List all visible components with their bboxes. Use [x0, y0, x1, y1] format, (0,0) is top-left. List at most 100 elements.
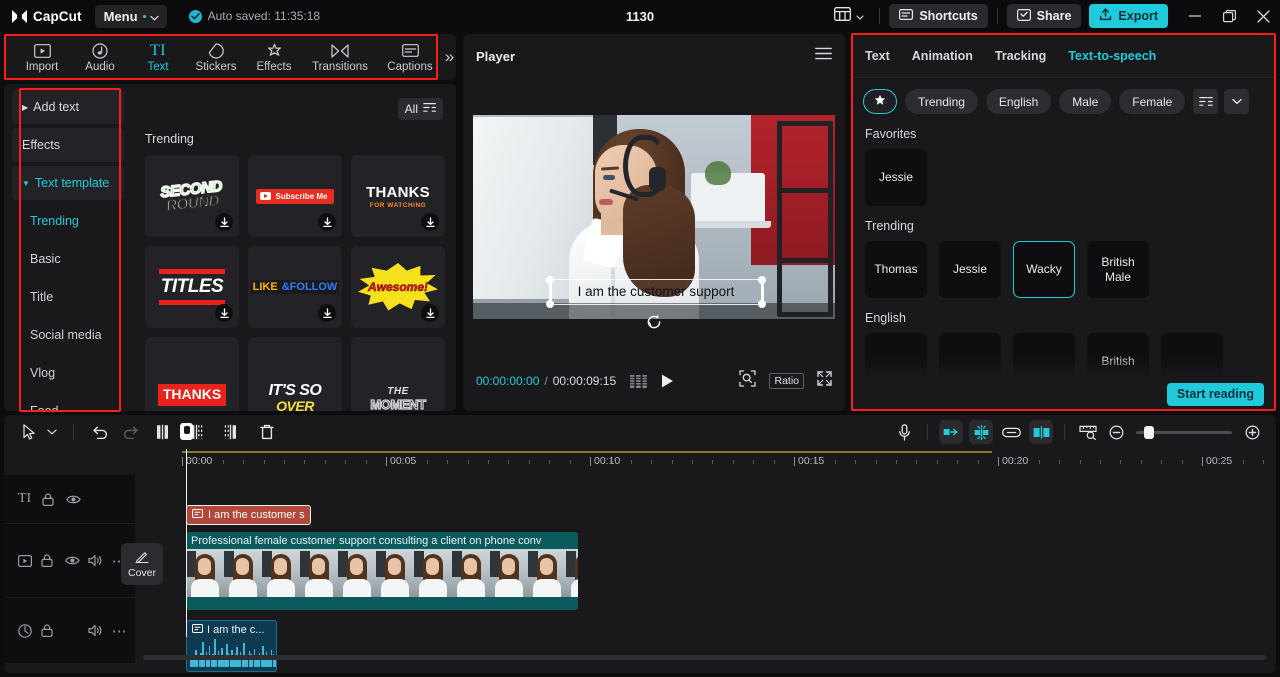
tab-captions[interactable]: Captions: [377, 35, 443, 79]
redo-button[interactable]: [115, 425, 145, 439]
resize-handle-left[interactable]: [548, 282, 552, 303]
voice-card-jessie[interactable]: Jessie: [939, 241, 1001, 298]
menu-button[interactable]: Menu: [94, 4, 167, 28]
volume-icon[interactable]: [88, 624, 111, 637]
maximize-button[interactable]: [1212, 0, 1246, 32]
sidebar-item-add-text[interactable]: ▶ Add text: [12, 90, 124, 124]
layout-button[interactable]: [828, 4, 870, 28]
template-card-its-so[interactable]: IT'S SO OVER: [248, 337, 342, 411]
zoom-out-icon[interactable]: [1104, 420, 1128, 444]
playhead-grip[interactable]: [180, 423, 193, 440]
tab-text[interactable]: Text: [865, 49, 890, 63]
start-reading-button[interactable]: Start reading: [1166, 382, 1264, 406]
sidebar-item-trending[interactable]: Trending: [12, 204, 124, 238]
sidebar-item-vlog[interactable]: Vlog: [12, 356, 124, 390]
rotate-icon[interactable]: [645, 313, 663, 331]
tab-animation[interactable]: Animation: [912, 49, 973, 63]
play-icon[interactable]: [661, 374, 674, 388]
tab-effects[interactable]: Effects: [245, 35, 303, 79]
zoom-slider[interactable]: [1136, 425, 1232, 439]
eye-icon[interactable]: [66, 494, 90, 505]
download-icon[interactable]: [421, 213, 439, 231]
filter-trending[interactable]: Trending: [905, 89, 978, 114]
more-icon[interactable]: ⋯: [112, 622, 135, 640]
timeline-horizontal-scrollbar[interactable]: [143, 655, 1266, 660]
record-button[interactable]: [892, 420, 916, 444]
tab-text[interactable]: TI Text: [129, 35, 187, 79]
lock-icon[interactable]: [41, 554, 64, 567]
audio-clip[interactable]: I am the c...: [186, 620, 277, 672]
double-chevron-right-icon[interactable]: »: [443, 34, 456, 80]
lock-icon[interactable]: [42, 492, 66, 506]
text-overlay-box[interactable]: I am the customer support: [546, 275, 766, 308]
share-button[interactable]: Share: [1006, 4, 1082, 28]
zoom-slider-knob[interactable]: [1144, 425, 1154, 439]
sort-filter-icon[interactable]: [1193, 89, 1219, 114]
fullscreen-icon[interactable]: [817, 371, 832, 391]
template-card-the-moment[interactable]: THE MOMENT: [351, 337, 445, 411]
filter-male[interactable]: Male: [1059, 89, 1112, 114]
sidebar-item-food[interactable]: Food: [12, 394, 124, 411]
tab-tracking[interactable]: Tracking: [995, 49, 1046, 63]
sidebar-item-title[interactable]: Title: [12, 280, 124, 314]
voice-card-thomas[interactable]: Thomas: [865, 241, 927, 298]
voice-card-wacky[interactable]: Wacky: [1013, 241, 1075, 298]
template-card-titles[interactable]: TITLES: [145, 246, 239, 328]
tab-import[interactable]: Import: [13, 35, 71, 79]
eye-icon[interactable]: [64, 555, 88, 566]
template-card-awesome[interactable]: Awesome!: [351, 246, 445, 328]
frames-icon[interactable]: [630, 374, 648, 388]
sidebar-item-effects[interactable]: Effects: [12, 128, 124, 162]
video-preview[interactable]: I am the customer support: [473, 114, 835, 319]
voice-card-jessie[interactable]: Jessie: [865, 149, 927, 206]
tab-text-to-speech[interactable]: Text-to-speech: [1068, 49, 1156, 63]
lock-icon[interactable]: [41, 624, 64, 637]
download-icon[interactable]: [421, 304, 439, 322]
download-icon[interactable]: [215, 213, 233, 231]
ratio-button[interactable]: Ratio: [769, 373, 804, 389]
playhead[interactable]: [180, 423, 193, 637]
tab-stickers[interactable]: Stickers: [187, 35, 245, 79]
download-icon[interactable]: [318, 304, 336, 322]
video-clip[interactable]: Professional female customer support con…: [186, 532, 578, 610]
magnify-fit-icon[interactable]: [739, 370, 757, 392]
chevron-down-icon[interactable]: [1224, 89, 1250, 114]
filter-english[interactable]: English: [985, 89, 1052, 114]
filter-female[interactable]: Female: [1119, 89, 1186, 114]
zoom-in-icon[interactable]: [1240, 420, 1264, 444]
sidebar-item-text-template[interactable]: ▼ Text template: [12, 166, 124, 200]
split-button[interactable]: [145, 424, 179, 440]
cover-button[interactable]: Cover: [121, 543, 163, 585]
shortcuts-button[interactable]: Shortcuts: [889, 4, 988, 28]
select-tool-dropdown[interactable]: [42, 429, 62, 435]
template-card-thanks-for-watching[interactable]: THANKS FOR WATCHING: [351, 155, 445, 237]
sidebar-item-basic[interactable]: Basic: [12, 242, 124, 276]
auto-cut-button[interactable]: [939, 420, 963, 444]
download-icon[interactable]: [318, 213, 336, 231]
snap-button[interactable]: [969, 420, 993, 444]
link-av-button[interactable]: [999, 420, 1023, 444]
minimize-button[interactable]: [1178, 0, 1212, 32]
close-button[interactable]: [1246, 0, 1280, 32]
delete-button[interactable]: [247, 424, 287, 440]
volume-icon[interactable]: [88, 554, 111, 567]
select-tool[interactable]: [16, 424, 42, 440]
template-card-second-round[interactable]: SECOND ROUND: [145, 155, 239, 237]
template-card-like-and-follow[interactable]: LIKE &FOLLOW: [248, 246, 342, 328]
timeline-clip-area[interactable]: I am the customer s Cover Professional f…: [121, 423, 1276, 672]
sidebar-item-social-media[interactable]: Social media: [12, 318, 124, 352]
tab-audio[interactable]: Audio: [71, 35, 129, 79]
template-card-thanks[interactable]: THANKS: [145, 337, 239, 411]
resize-handle-right[interactable]: [760, 282, 764, 303]
text-clip[interactable]: I am the customer s: [186, 505, 311, 525]
template-card-subscribe-me[interactable]: Subscribe Me: [248, 155, 342, 237]
trim-right-button[interactable]: [213, 424, 247, 440]
voice-card-british-male[interactable]: British Male: [1087, 241, 1149, 298]
favorites-filter-button[interactable]: [863, 89, 897, 114]
adjust-button[interactable]: [1029, 420, 1053, 444]
export-button[interactable]: Export: [1089, 4, 1168, 28]
tab-transitions[interactable]: Transitions: [303, 35, 377, 79]
download-icon[interactable]: [215, 304, 233, 322]
fit-to-window-button[interactable]: [1076, 420, 1100, 444]
timeline-ruler[interactable]: 00:00 00:05 00:10 00:15 00:20 00:25: [4, 449, 1276, 475]
